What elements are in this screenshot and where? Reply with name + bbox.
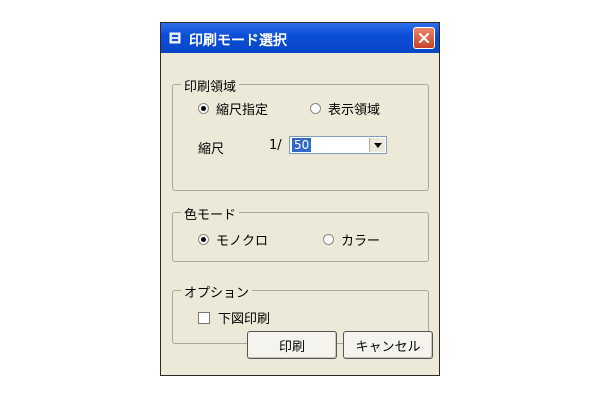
- print-button[interactable]: 印刷: [247, 331, 337, 359]
- radio-indicator: [198, 234, 209, 245]
- radio-display-area[interactable]: 表示領域: [310, 99, 380, 118]
- checkbox-indicator: [198, 311, 210, 324]
- close-icon: [418, 32, 430, 44]
- radio-indicator: [198, 103, 209, 114]
- scale-prefix: 1/: [269, 138, 282, 153]
- print-area-group: 印刷領域 縮尺指定 表示領域 縮尺 1/ 50: [172, 76, 429, 191]
- radio-label: カラー: [341, 234, 381, 249]
- radio-label: 縮尺指定: [216, 103, 269, 118]
- dropdown-button[interactable]: [369, 138, 385, 152]
- color-mode-group: 色モード モノクロ カラー: [172, 204, 429, 262]
- checkbox-label: 下図印刷: [218, 312, 271, 327]
- color-mode-legend: 色モード: [181, 204, 240, 223]
- options-legend: オプション: [181, 282, 253, 301]
- print-area-legend: 印刷領域: [181, 76, 240, 95]
- title-bar[interactable]: 印刷モード選択: [161, 23, 439, 53]
- window-title: 印刷モード選択: [189, 33, 287, 49]
- radio-monochrome[interactable]: モノクロ: [198, 230, 268, 249]
- window-app-icon: [169, 32, 181, 44]
- print-mode-dialog: 印刷モード選択 印刷領域 縮尺指定 表示領域 縮尺 1/ 50 色モード モノク…: [160, 22, 440, 376]
- radio-label: モノクロ: [216, 234, 269, 249]
- radio-color[interactable]: カラー: [323, 230, 380, 249]
- radio-label: 表示領域: [328, 103, 381, 118]
- radio-scale-specify[interactable]: 縮尺指定: [198, 99, 268, 118]
- close-button[interactable]: [413, 27, 435, 49]
- cancel-button[interactable]: キャンセル: [343, 331, 433, 359]
- checkbox-background-map[interactable]: 下図印刷: [198, 308, 270, 327]
- radio-indicator: [323, 234, 334, 245]
- radio-indicator: [310, 103, 321, 114]
- scale-value: 50: [292, 138, 312, 152]
- scale-label: 縮尺: [198, 142, 225, 157]
- chevron-down-icon: [373, 142, 382, 148]
- scale-select[interactable]: 50: [289, 136, 387, 154]
